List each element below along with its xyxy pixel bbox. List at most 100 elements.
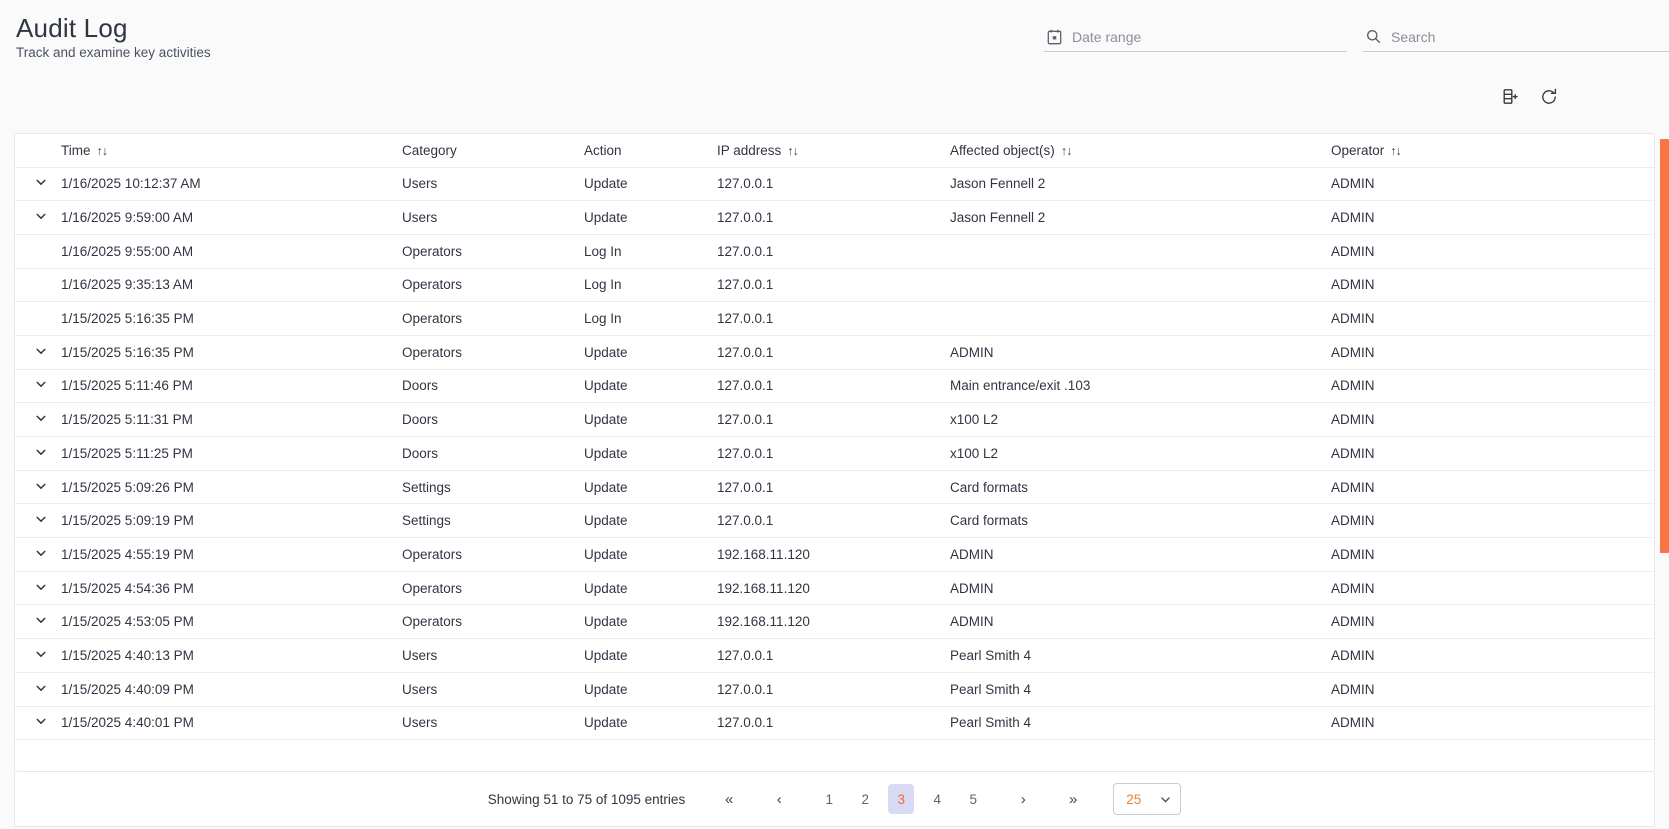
chevron-down-icon[interactable] (34, 175, 48, 189)
date-range-placeholder: Date range (1072, 28, 1142, 45)
chevron-down-icon[interactable] (34, 681, 48, 695)
cell-action: Update (584, 436, 717, 471)
table-row[interactable]: 1/15/2025 5:11:25 PM Doors Update 127.0.0.1… (15, 436, 1654, 471)
table-row[interactable]: 1/15/2025 5:11:46 PM Doors Update 127.0.0.1… (15, 369, 1654, 404)
pagination-page-1[interactable]: 1 (816, 784, 842, 814)
row-expand-cell[interactable] (15, 638, 61, 673)
pagination-page-5[interactable]: 5 (960, 784, 986, 814)
cell-category: Users (402, 706, 584, 741)
cell-time: 1/16/2025 9:35:13 AM (61, 268, 402, 303)
search-placeholder: Search (1391, 28, 1436, 45)
row-expand-cell[interactable] (15, 402, 61, 437)
column-header-category[interactable]: Category (402, 134, 584, 168)
cell-operator: ADMIN (1331, 200, 1654, 235)
row-expand-cell[interactable] (15, 604, 61, 640)
sort-icon-operator[interactable]: ↑↓ (1390, 144, 1401, 158)
table-row[interactable]: 1/15/2025 4:40:09 PM Users Update 127.0.0.1… (15, 672, 1654, 707)
cell-action: Update (584, 369, 717, 404)
chevron-down-icon[interactable] (34, 377, 48, 391)
column-label-action: Action (584, 142, 622, 158)
table-row[interactable]: 1/15/2025 5:09:26 PM Settings Update 127.0.… (15, 470, 1654, 505)
export-button[interactable] (1497, 86, 1523, 112)
row-expand-cell (15, 268, 61, 303)
sort-icon-ip-address[interactable]: ↑↓ (787, 144, 798, 158)
cell-affected-object: ADMIN (950, 571, 1331, 606)
row-expand-cell[interactable] (15, 436, 61, 471)
chevron-down-icon[interactable] (34, 613, 48, 627)
table-header-row: Time ↑↓ Category Action IP address ↑↓ Affe… (15, 134, 1654, 168)
page-size-select[interactable]: 25 (1113, 783, 1182, 815)
cell-ip-address: 127.0.0.1 (717, 503, 950, 539)
chevron-down-icon[interactable] (34, 647, 48, 661)
chevron-down-icon[interactable] (34, 714, 48, 728)
chevron-down-icon[interactable] (34, 512, 48, 526)
sort-icon-affected-objects[interactable]: ↑↓ (1061, 144, 1072, 158)
date-range-input[interactable]: Date range (1044, 22, 1347, 52)
cell-action: Log In (584, 301, 717, 336)
column-header-time[interactable]: Time ↑↓ (61, 134, 402, 168)
pagination-last-button[interactable]: » (1060, 784, 1086, 814)
cell-action: Update (584, 537, 717, 572)
refresh-button[interactable] (1536, 86, 1562, 112)
table-row[interactable]: 1/15/2025 4:53:05 PM Operators Update 192.1… (15, 604, 1654, 640)
table-body: 1/16/2025 10:12:37 AM Users Update 127.0.0.… (15, 167, 1654, 741)
row-expand-cell[interactable] (15, 200, 61, 235)
chevron-down-icon[interactable] (34, 411, 48, 425)
table-row[interactable]: 1/15/2025 4:40:01 PM Users Update 127.0.0.1… (15, 706, 1654, 741)
row-expand-cell[interactable] (15, 672, 61, 707)
cell-category: Operators (402, 537, 584, 572)
table-row[interactable]: 1/15/2025 5:11:31 PM Doors Update 127.0.0.1… (15, 402, 1654, 437)
row-expand-cell[interactable] (15, 470, 61, 505)
cell-ip-address: 127.0.0.1 (717, 369, 950, 404)
row-expand-cell[interactable] (15, 571, 61, 606)
table-row[interactable]: 1/16/2025 10:12:37 AM Users Update 127.0.0.… (15, 167, 1654, 202)
table-row[interactable]: 1/15/2025 5:16:35 PM Operators Log In 127.0… (15, 301, 1654, 336)
pagination-first-button[interactable]: « (716, 784, 742, 814)
pagination-next-button[interactable]: › (1010, 784, 1036, 814)
cell-action: Log In (584, 268, 717, 303)
cell-time: 1/15/2025 4:40:13 PM (61, 638, 402, 673)
cell-time: 1/15/2025 5:11:25 PM (61, 436, 402, 471)
export-file-add-icon (1502, 88, 1519, 110)
row-expand-cell[interactable] (15, 335, 61, 370)
cell-ip-address: 127.0.0.1 (717, 402, 950, 437)
cell-action: Log In (584, 234, 717, 269)
table-row[interactable]: 1/15/2025 4:40:13 PM Users Update 127.0.0.1… (15, 638, 1654, 673)
pagination-page-3[interactable]: 3 (888, 784, 915, 814)
table-row[interactable]: 1/15/2025 4:54:36 PM Operators Update 192.1… (15, 571, 1654, 606)
chevron-down-icon[interactable] (34, 479, 48, 493)
row-expand-cell[interactable] (15, 706, 61, 741)
pagination-page-4[interactable]: 4 (924, 784, 950, 814)
table-row[interactable]: 1/15/2025 4:55:19 PM Operators Update 192.1… (15, 537, 1654, 572)
row-expand-cell[interactable] (15, 167, 61, 202)
cell-category: Doors (402, 369, 584, 404)
row-expand-cell[interactable] (15, 503, 61, 539)
chevron-down-icon[interactable] (34, 209, 48, 223)
column-header-operator[interactable]: Operator ↑↓ (1331, 134, 1654, 168)
search-input[interactable]: Search (1363, 22, 1669, 52)
table-scrollbar-thumb[interactable] (1660, 139, 1669, 553)
column-header-ip-address[interactable]: IP address ↑↓ (717, 134, 950, 168)
cell-time: 1/15/2025 5:09:19 PM (61, 503, 402, 539)
search-icon (1363, 27, 1383, 47)
chevron-down-icon[interactable] (34, 546, 48, 560)
sort-icon-time[interactable]: ↑↓ (97, 144, 108, 158)
table-row[interactable]: 1/16/2025 9:59:00 AM Users Update 127.0.0.1… (15, 200, 1654, 235)
table-scrollbar[interactable] (1660, 133, 1669, 772)
row-expand-cell[interactable] (15, 537, 61, 572)
column-header-affected-objects[interactable]: Affected object(s) ↑↓ (950, 134, 1331, 168)
pagination-page-2[interactable]: 2 (852, 784, 878, 814)
table-row[interactable]: 1/15/2025 5:09:19 PM Settings Update 127.0.… (15, 503, 1654, 539)
table-row[interactable]: 1/15/2025 5:16:35 PM Operators Update 127.0… (15, 335, 1654, 370)
cell-operator: ADMIN (1331, 503, 1654, 539)
cell-operator: ADMIN (1331, 537, 1654, 572)
cell-ip-address: 192.168.11.120 (717, 604, 950, 640)
table-row[interactable]: 1/16/2025 9:55:00 AM Operators Log In 127.0… (15, 234, 1654, 269)
row-expand-cell[interactable] (15, 369, 61, 404)
chevron-down-icon[interactable] (34, 445, 48, 459)
chevron-down-icon[interactable] (34, 580, 48, 594)
pagination-prev-button[interactable]: ‹ (766, 784, 792, 814)
table-row[interactable]: 1/16/2025 9:35:13 AM Operators Log In 127.0… (15, 268, 1654, 303)
chevron-down-icon[interactable] (34, 344, 48, 358)
column-header-action[interactable]: Action (584, 134, 717, 168)
